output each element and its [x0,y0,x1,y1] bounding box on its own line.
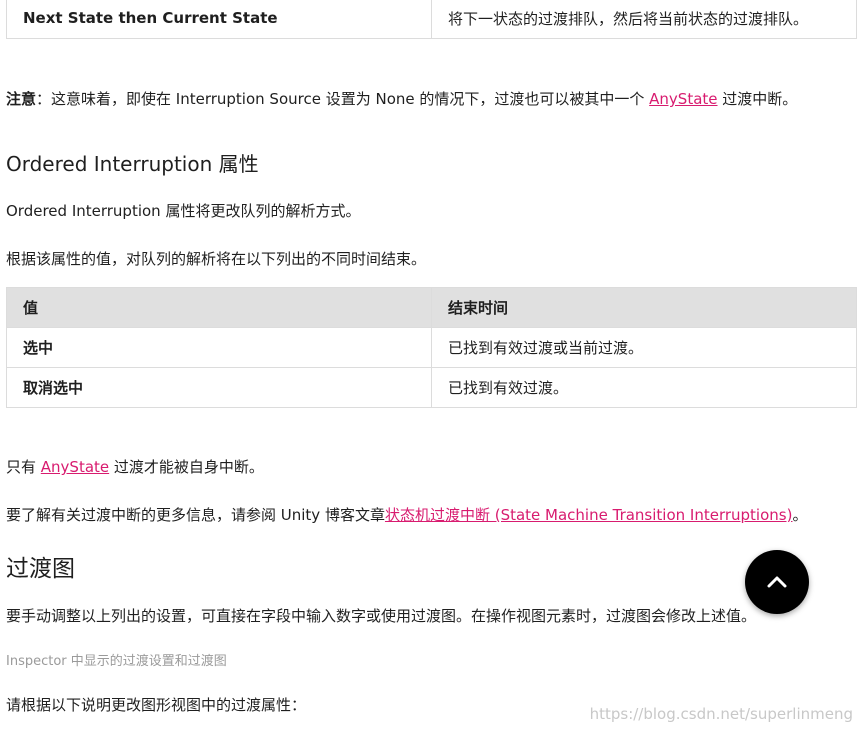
note-label: 注意 [6,90,37,108]
watermark: https://blog.csdn.net/superlinmeng [589,705,853,723]
table-row: 选中 已找到有效过渡或当前过渡。 [6,327,857,368]
column-header-value: 值 [6,287,432,328]
table-cell-value: 已找到有效过渡或当前过渡。 [431,327,857,368]
table-header-row: 值 结束时间 [6,287,857,328]
more-info-text-before: 要了解有关过渡中断的更多信息，请参阅 Unity 博客文章 [6,506,385,524]
blog-post-link[interactable]: 状态机过渡中断 (State Machine Transition Interr… [385,506,793,524]
note-text-before: ：这意味着，即使在 Interruption Source 设置为 None 的… [36,90,650,108]
interruption-source-table: Next State then Current State 将下一状态的过渡排队… [6,0,857,39]
anystate-paragraph: 只有 AnyState 过渡才能被自身中断。 [6,456,857,478]
table-cell-value: 已找到有效过渡。 [431,367,857,408]
table-cell-key: Next State then Current State [6,0,432,39]
table-cell-key: 选中 [6,327,432,368]
table-row: 取消选中 已找到有效过渡。 [6,367,857,408]
chevron-up-icon [767,576,787,588]
table-cell-value: 将下一状态的过渡排队，然后将当前状态的过渡排队。 [431,0,857,39]
table-cell-key: 取消选中 [6,367,432,408]
scroll-to-top-button[interactable] [745,550,809,614]
more-info-text-after: 。 [792,506,808,524]
image-caption: Inspector 中显示的过渡设置和过渡图 [6,654,227,669]
section-heading-transition-graph: 过渡图 [6,556,75,582]
note-text-after: 过渡中断。 [717,90,798,108]
anystate-link[interactable]: AnyState [41,458,109,476]
anystate-text-after: 过渡才能被自身中断。 [109,458,264,476]
note-paragraph: 注意：这意味着，即使在 Interruption Source 设置为 None… [6,88,857,110]
anystate-link[interactable]: AnyState [649,90,717,108]
ordered-interruption-table: 值 结束时间 选中 已找到有效过渡或当前过渡。 取消选中 已找到有效过渡。 [6,287,857,408]
more-info-paragraph: 要了解有关过渡中断的更多信息，请参阅 Unity 博客文章状态机过渡中断 (St… [6,504,857,526]
section-heading-ordered-interruption: Ordered Interruption 属性 [6,152,259,176]
ordered-interruption-paragraph: Ordered Interruption 属性将更改队列的解析方式。 [6,202,361,220]
column-header-end-time: 结束时间 [431,287,857,328]
article-content: Next State then Current State 将下一状态的过渡排队… [6,0,857,716]
table-row: Next State then Current State 将下一状态的过渡排队… [6,0,857,39]
queue-resolution-paragraph: 根据该属性的值，对队列的解析将在以下列出的不同时间结束。 [6,250,427,268]
transition-graph-paragraph: 要手动调整以上列出的设置，可直接在字段中输入数字或使用过渡图。在操作视图元素时，… [6,607,757,625]
anystate-text-before: 只有 [6,458,41,476]
